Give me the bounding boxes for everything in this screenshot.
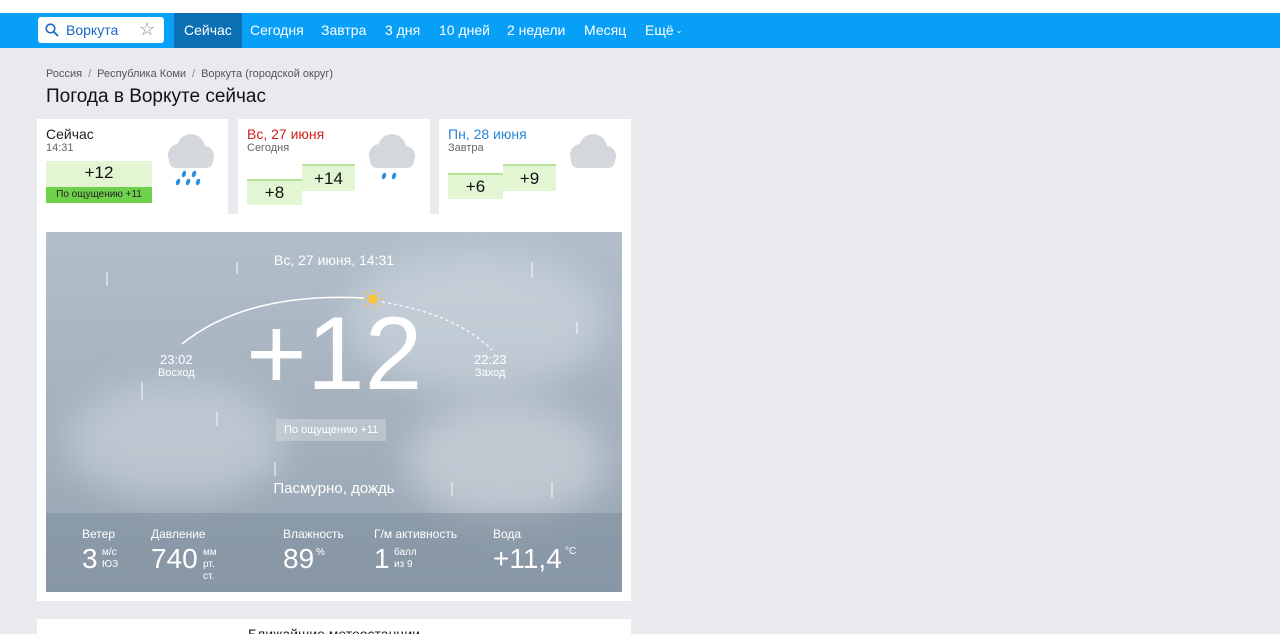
city-search[interactable]: Воркута ☆ xyxy=(38,17,164,43)
sunset-time: 22:23 xyxy=(474,352,507,367)
stat-humidity: Влажность 89 % xyxy=(283,527,344,574)
stat-geomagnetic-label: Г/м активность xyxy=(374,527,458,541)
tab-2-weeks[interactable]: 2 недели xyxy=(507,13,565,48)
stat-pressure-unit: мм рт. ст. xyxy=(203,547,217,583)
sunrise-label: Восход xyxy=(158,367,195,379)
stat-humidity-value: 89 xyxy=(283,543,315,574)
stat-geomagnetic: Г/м активность 1 балл из 9 xyxy=(374,527,458,574)
card-today-sub: Сегодня xyxy=(247,142,290,154)
current-weather-card: Вс, 27 июня, 14:31 +12 23:02 Восход 22:2… xyxy=(37,221,631,601)
current-temp: +12 xyxy=(246,296,423,412)
tab-10-days[interactable]: 10 дней xyxy=(439,13,490,48)
stat-geomagnetic-unit-score: балл xyxy=(394,547,417,558)
stat-water-label: Вода xyxy=(493,527,522,541)
stat-humidity-unit: % xyxy=(316,547,325,558)
cloud-rain-icon xyxy=(369,134,415,180)
sunset: 22:23 Заход xyxy=(474,352,507,379)
stat-wind-value: 3 xyxy=(82,543,98,574)
forecast-card-today[interactable]: Вс, 27 июня Сегодня +8 +14 xyxy=(238,119,430,214)
stat-wind: Ветер 3 м/с ЮЗ xyxy=(82,527,118,574)
tab-more-label: Ещё xyxy=(645,22,674,38)
stat-geomagnetic-unit-scale: из 9 xyxy=(394,559,413,570)
stat-humidity-label: Влажность xyxy=(283,527,344,541)
stat-pressure-label: Давление xyxy=(151,527,206,541)
feels-like-badge: По ощущению +11 xyxy=(276,419,387,441)
breadcrumb-country[interactable]: Россия xyxy=(46,68,82,80)
forecast-card-tomorrow[interactable]: Пн, 28 июня Завтра +6 +9 xyxy=(439,119,631,214)
card-now-temp: +12 xyxy=(46,161,152,187)
card-now-time: 14:31 xyxy=(46,142,74,154)
nearest-stations-title: Ближайшие метеостанции xyxy=(248,626,420,634)
stat-wind-unit-speed: м/с xyxy=(102,547,117,558)
navbar: Воркута ☆ Сейчас Сегодня Завтра 3 дня 10… xyxy=(0,13,1280,48)
card-tomorrow-sub: Завтра xyxy=(448,142,484,154)
page-title: Погода в Воркуте сейчас xyxy=(46,86,267,107)
weather-description: Пасмурно, дождь xyxy=(273,480,395,497)
sunset-label: Заход xyxy=(475,367,506,379)
tab-today[interactable]: Сегодня xyxy=(250,13,304,48)
search-icon xyxy=(45,23,59,37)
forecast-card-now[interactable]: Сейчас 14:31 +12 По ощущению +11 xyxy=(37,119,228,221)
stat-water-unit: °C xyxy=(565,546,577,557)
top-strip xyxy=(0,0,1280,13)
stat-water-value: +11,4 xyxy=(493,543,562,574)
card-tomorrow-day-temp: +9 xyxy=(503,164,556,191)
sunrise: 23:02 Восход xyxy=(158,352,195,379)
current-datetime: Вс, 27 июня, 14:31 xyxy=(273,252,395,268)
tab-now[interactable]: Сейчас xyxy=(174,13,242,48)
search-input[interactable]: Воркута xyxy=(66,22,118,38)
weather-scene: Вс, 27 июня, 14:31 +12 23:02 Восход 22:2… xyxy=(46,232,622,592)
stat-wind-unit: м/с ЮЗ xyxy=(102,547,118,571)
cloud-rain-icon xyxy=(168,134,214,186)
card-today-date: Вс, 27 июня xyxy=(247,126,325,142)
cloud-icon xyxy=(570,134,616,168)
stat-pressure-value: 740 xyxy=(151,543,198,574)
card-today-day-temp: +14 xyxy=(302,164,355,191)
card-tomorrow-date: Пн, 28 июня xyxy=(448,126,527,142)
nearest-stations-card: Ближайшие метеостанции xyxy=(37,619,631,634)
tab-more[interactable]: Ещё ⌄ xyxy=(645,13,682,48)
stat-pressure-unit-hg: рт. ст. xyxy=(203,559,215,582)
breadcrumb-separator: / xyxy=(88,68,92,80)
breadcrumb-separator: / xyxy=(192,68,196,80)
cards-underline xyxy=(37,214,631,221)
card-tomorrow-night-temp: +6 xyxy=(448,173,503,199)
sunrise-time: 23:02 xyxy=(160,352,193,367)
star-icon[interactable]: ☆ xyxy=(139,19,155,40)
stat-pressure: Давление 740 мм рт. ст. xyxy=(151,527,217,582)
stat-wind-unit-direction: ЮЗ xyxy=(102,559,119,570)
tab-3-days[interactable]: 3 дня xyxy=(385,13,420,48)
card-today-night-temp: +8 xyxy=(247,179,302,205)
stat-geomagnetic-unit: балл из 9 xyxy=(394,547,417,571)
breadcrumb: Россия / Республика Коми / Воркута (городско… xyxy=(46,68,333,80)
stat-water: Вода +11,4 °C xyxy=(493,527,576,574)
stats-bar: Ветер 3 м/с ЮЗ Давление 740 мм рт. ст. В… xyxy=(46,513,622,592)
breadcrumb-district[interactable]: Воркута (городской округ) xyxy=(201,68,333,80)
stat-geomagnetic-value: 1 xyxy=(374,543,390,574)
card-now-label: Сейчас xyxy=(46,126,94,142)
tab-month[interactable]: Месяц xyxy=(584,13,626,48)
card-now-feels: По ощущению +11 xyxy=(46,187,152,203)
chevron-down-icon: ⌄ xyxy=(675,26,683,35)
breadcrumb-region[interactable]: Республика Коми xyxy=(97,68,186,80)
stat-wind-label: Ветер xyxy=(82,527,115,541)
stat-pressure-unit-mm: мм xyxy=(203,547,217,558)
tab-tomorrow[interactable]: Завтра xyxy=(321,13,366,48)
